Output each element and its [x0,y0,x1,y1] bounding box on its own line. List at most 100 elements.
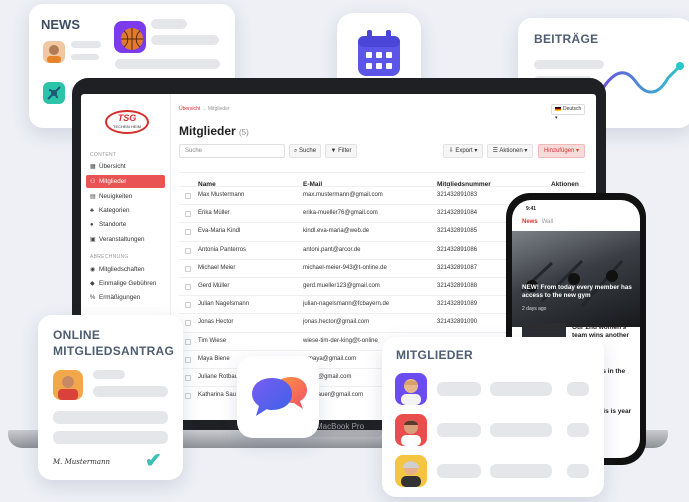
members-card: MITGLIEDER [382,337,604,497]
row-checkbox[interactable] [185,375,191,381]
sidebar-item-neuigkeiten[interactable]: ▤ Neuigkeiten [86,190,165,203]
export-button[interactable]: ⇩ Export ▾ [443,144,483,158]
breadcrumb: Übersicht → Mitglieder [179,106,230,112]
grid-icon: ▦ [90,164,96,170]
member-name: Jonas Hector [198,319,234,326]
news-card-title: NEWS [41,17,80,32]
table-header: Name E-Mail Mitgliedsnummer Aktionen [179,172,585,188]
sidebar-item-standorte[interactable]: ● Standorte [86,218,165,231]
pin-icon: ● [90,222,94,228]
member-count: (5) [239,128,249,137]
page-title: Mitglieder (5) [179,124,249,138]
sidebar-item-mitglieder[interactable]: ⚇ Mitglieder [86,175,165,188]
member-number: 321432891089 [437,301,478,308]
sidebar-item-uebersicht[interactable]: ▦ Übersicht [86,160,165,173]
row-checkbox[interactable] [185,393,191,400]
logo-subtext: TECHEM HEIM [113,124,141,129]
fee-icon: ◆ [90,281,95,287]
users-icon: ⚇ [90,179,96,185]
sidebar-item-ermaessigungen[interactable]: % Ermäßigungen [86,291,165,304]
tab-wall[interactable]: Wall [542,219,553,225]
member-number: 321432891085 [437,228,478,235]
membership-icon: ◉ [90,267,96,273]
sidebar-item-veranstaltungen[interactable]: ▣ Veranstaltungen [86,233,165,246]
search-icon: ⌕ [293,148,298,154]
language-select[interactable]: Deutsch ▾ [551,104,585,121]
row-checkbox[interactable] [185,284,191,290]
member-email: jonas.hector@gmail.com [303,319,370,326]
row-checkbox[interactable] [185,320,191,327]
member-name: Erika Müller [198,210,230,217]
list-icon: ☰ [492,148,498,154]
tab-news[interactable]: News [522,219,538,225]
section-admin-label: ABRECHNUNG [90,254,129,260]
section-content-label: CONTENT [90,152,117,158]
news-date: 2 days ago [522,306,547,312]
member-name: Michael Meier [198,264,236,271]
member-email: wiese-tim-der-king@t-online [303,337,378,344]
member-email: michael-meier-943@t-online.de [303,264,387,271]
member-email: kindl.eva-maria@web.de [303,228,370,235]
news-avatar [43,41,65,63]
member-name: Gerd Müller [198,283,230,289]
check-icon: ✔ [145,450,162,472]
member-avatar-2 [395,414,427,446]
member-number: 321432891086 [437,246,478,253]
tags-icon: ♣ [90,208,94,214]
sidebar-item-kategorien[interactable]: ♣ Kategorien [86,204,165,217]
logo-text: TSG [117,113,137,123]
breadcrumb-home[interactable]: Übersicht [179,106,200,112]
laptop-model-label: MacBook Pro [316,422,365,431]
member-email: antoni.pant@arcor.de [303,246,361,253]
online-application-card: ONLINE MITGLIEDSANTRAG M. Mustermann ✔ [38,315,183,480]
row-checkbox[interactable] [185,247,191,254]
export-icon: ⇩ [448,148,454,154]
news-headline[interactable]: NEW! From today every member has access … [522,284,632,300]
sidebar-item-gebuehren[interactable]: ◆ Einmalige Gebühren [86,277,165,290]
members-card-title: MITGLIEDER [396,348,473,362]
member-number: 321432891083 [437,192,478,198]
club-logo[interactable]: TSG TECHEM HEIM [105,110,149,134]
member-name: Julian Nagelsmann [198,301,250,308]
row-checkbox[interactable] [185,265,191,272]
member-name: Antonia Panterros [198,246,247,253]
beitraege-card-title: BEITRÄGE [534,32,599,46]
member-email: max.mustermann@gmail.com [303,192,383,198]
row-checkbox[interactable] [185,356,191,363]
discount-icon: % [90,295,96,301]
online-card-title: ONLINE MITGLIEDSANTRAG [53,328,175,358]
phone-time: 9:41 [526,206,537,212]
actions-button[interactable]: ☰ Aktionen ▾ [487,144,533,158]
member-name: Tim Wiese [198,337,227,344]
add-member-button[interactable]: Hinzufügen ▾ [538,144,585,158]
member-avatar-3 [395,455,427,487]
member-email: erika-mueller76@gmail.com [303,210,378,217]
member-number: 321432891088 [437,283,478,289]
gym-photo[interactable] [512,231,640,327]
sidebar-item-mitgliedschaften[interactable]: ◉ Mitgliedschaften [86,263,165,276]
search-button[interactable]: ⌕ Suche [289,144,321,158]
trend-line-icon [596,62,684,98]
row-checkbox[interactable] [185,211,191,218]
member-email: julian-nagelsmann@fcbayern.de [303,301,390,308]
row-checkbox[interactable] [185,302,191,309]
member-name: Max Mustermann [198,192,245,198]
search-input[interactable]: Suche [179,144,285,158]
filter-button[interactable]: ▼ Filter [325,144,357,158]
applicant-avatar [53,370,83,400]
german-flag-icon [555,106,561,111]
calendar-icon [358,30,400,76]
member-email: gerd.mueller123@gmail.com [303,283,380,289]
member-number: 321432891087 [437,264,478,271]
member-name: Maya Biene [198,355,230,362]
row-checkbox[interactable] [185,193,191,199]
row-checkbox[interactable] [185,338,191,345]
basketball-icon [114,21,146,53]
member-number: 321432891090 [437,319,478,326]
chat-app-icon-card [237,356,319,438]
breadcrumb-current: Mitglieder [207,106,230,112]
signature: M. Mustermann [53,458,111,466]
row-checkbox[interactable] [185,229,191,236]
calendar-icon: ▣ [90,237,96,243]
member-name: Eva-Maria Kindl [198,228,241,235]
